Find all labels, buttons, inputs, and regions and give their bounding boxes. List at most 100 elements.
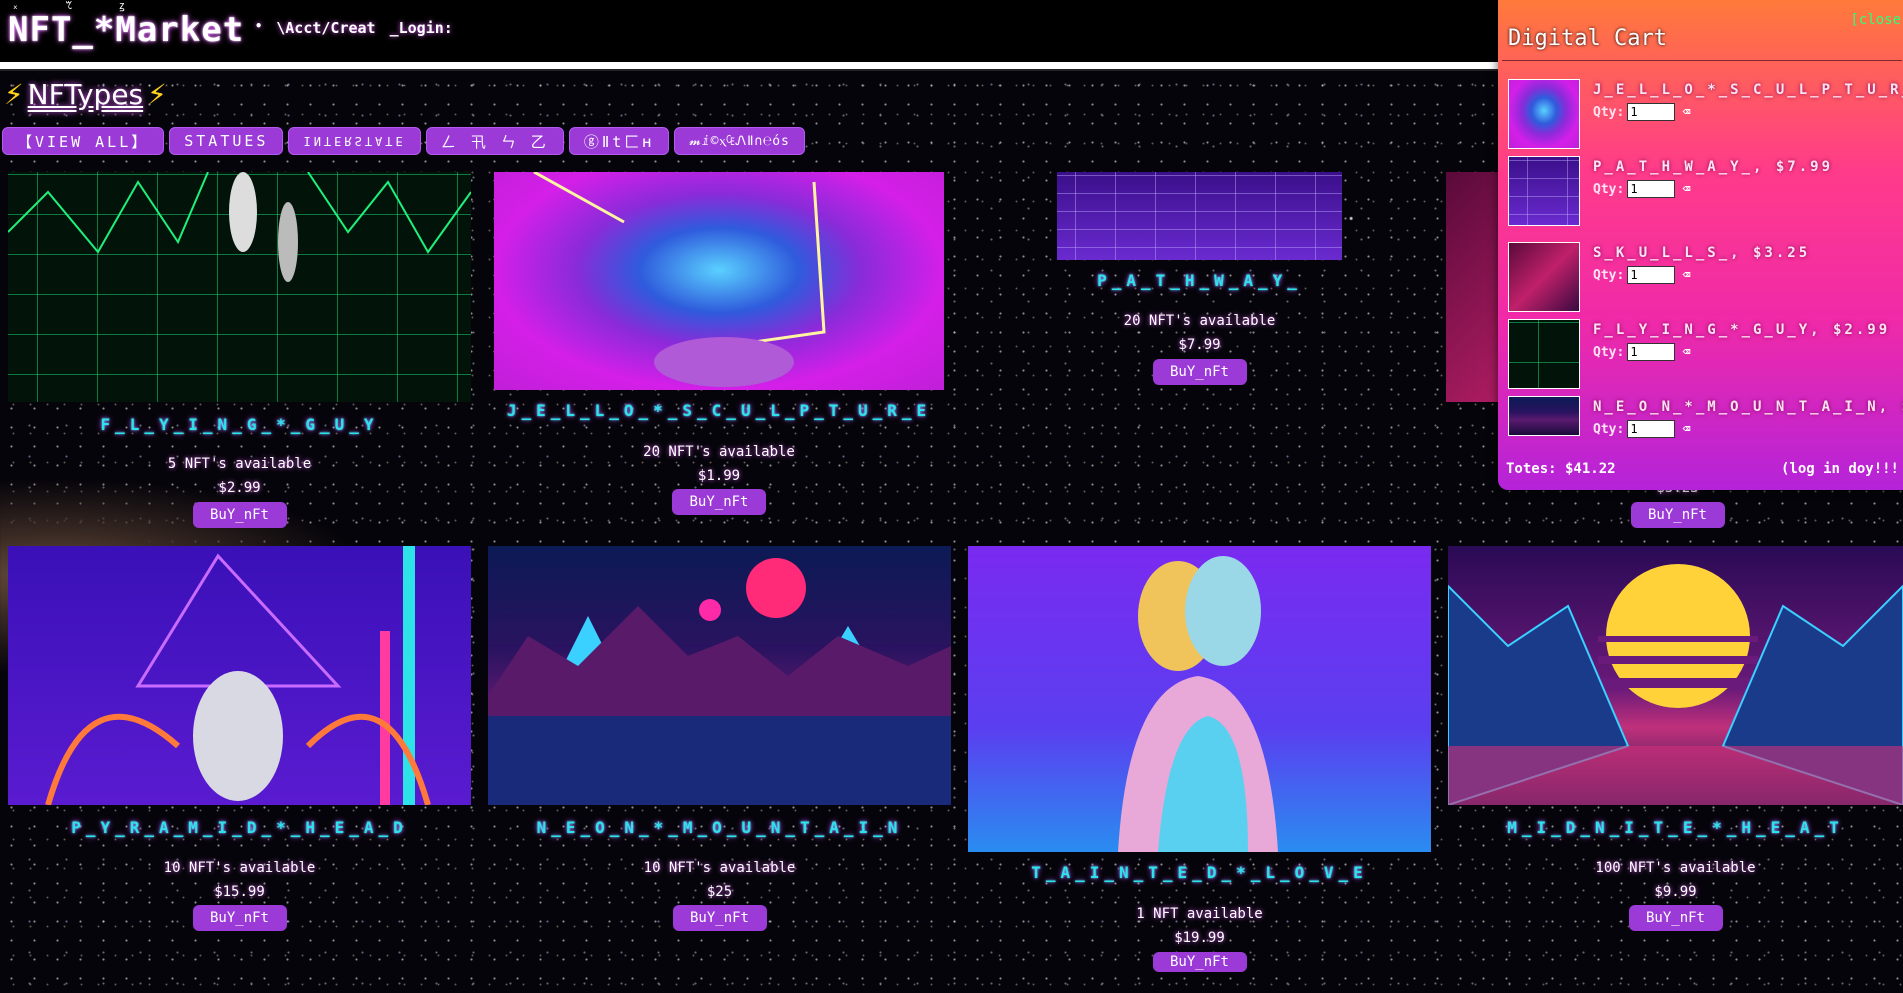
top-nav: • \Acct/Creat _Login: bbox=[255, 19, 453, 37]
cart-item-thumbnail bbox=[1508, 396, 1580, 436]
product-availability: 5 NFT's available bbox=[167, 456, 312, 472]
product-card-jello-sculpture: J_E_L_L_O_*_S_C_U_L_P_T_U_R_E 20 NFT's a… bbox=[494, 172, 944, 517]
product-card-pathway: P_A_T_H_W_A_Y_ 20 NFT's available $7.99 … bbox=[1057, 172, 1342, 387]
product-name[interactable]: F_L_Y_I_N_G_*_G_U_Y bbox=[8, 415, 471, 434]
product-availability: 100 NFT's available bbox=[1595, 860, 1756, 876]
cart-item: N_E_O_N_*_M_O_U_N_T_A_I_N, $25 Qty: ⌫ bbox=[1508, 396, 1903, 468]
buy-button[interactable]: BuY_nFt bbox=[1628, 905, 1723, 931]
nftypes-heading: ⚡ NFTypes ⚡ bbox=[4, 78, 167, 111]
qty-label: Qty: bbox=[1593, 267, 1625, 283]
cart-item-name: F_L_Y_I_N_G_*_G_U_Y, $2.99 bbox=[1593, 322, 1891, 338]
product-price: $1.99 bbox=[697, 468, 741, 484]
neon-mountain-art bbox=[488, 558, 951, 805]
product-image[interactable] bbox=[488, 546, 951, 805]
product-image[interactable] bbox=[1057, 172, 1342, 260]
product-name[interactable]: P_Y_R_A_M_I_D_*_H_E_A_D bbox=[8, 818, 471, 837]
cart-item-thumbnail bbox=[1508, 156, 1580, 226]
qty-input[interactable] bbox=[1627, 103, 1676, 121]
qty-label: Qty: bbox=[1593, 344, 1625, 360]
product-availability: 10 NFT's available bbox=[643, 860, 796, 876]
qty-input[interactable] bbox=[1627, 420, 1676, 438]
product-price: $2.99 bbox=[218, 480, 261, 496]
cart-item: J_E_L_L_O_*_S_C_U_L_P_T_U_R_E, $1.9 Qty:… bbox=[1508, 79, 1903, 151]
product-name[interactable]: P_A_T_H_W_A_Y_ bbox=[1057, 271, 1342, 290]
product-price: $15.99 bbox=[214, 884, 265, 900]
buy-button[interactable]: BuY_nFt bbox=[672, 905, 767, 931]
product-name[interactable]: M_I_D_N_I_T_E_*_H_E_A_T bbox=[1448, 818, 1903, 837]
midnite-heat-art bbox=[1448, 564, 1903, 805]
buy-button[interactable]: BuY_nFt bbox=[192, 502, 287, 528]
digital-cart-panel: [close Digital Cart J_E_L_L_O_*_S_C_U_L_… bbox=[1498, 0, 1903, 490]
buy-button[interactable]: BuY_nFt bbox=[1152, 952, 1247, 972]
backspace-icon[interactable]: ⌫ bbox=[1682, 345, 1690, 360]
qty-label: Qty: bbox=[1593, 181, 1625, 197]
tab-statues[interactable]: STATUES bbox=[169, 127, 284, 155]
product-image[interactable] bbox=[8, 546, 471, 805]
buy-button[interactable]: BuY_nFt bbox=[1630, 502, 1725, 528]
tab-view-all[interactable]: 【VIEW ALL】 bbox=[2, 127, 165, 155]
site-logo[interactable]: NFT_*Market bbox=[8, 10, 244, 50]
backspace-icon[interactable]: ⌫ bbox=[1682, 268, 1690, 283]
lightning-bolt-icon: ⚡ bbox=[4, 78, 24, 111]
backspace-icon[interactable]: ⌫ bbox=[1682, 182, 1690, 197]
nftypes-label: NFTypes bbox=[27, 78, 144, 111]
cart-item-name: S_K_U_L_L_S_, $3.25 bbox=[1593, 245, 1811, 261]
nav-link-login[interactable]: _Login: bbox=[390, 19, 453, 37]
jello-sculpture-art bbox=[533, 172, 826, 387]
cart-item-qty: Qty: ⌫ bbox=[1593, 420, 1690, 438]
product-image[interactable] bbox=[968, 546, 1431, 852]
qty-input[interactable] bbox=[1627, 343, 1676, 361]
cart-item-name: N_E_O_N_*_M_O_U_N_T_A_I_N, $25 bbox=[1593, 399, 1903, 415]
buy-button[interactable]: BuY_nFt bbox=[192, 905, 287, 931]
product-image[interactable] bbox=[494, 172, 944, 390]
category-tabs: 【VIEW ALL】 STATUES INTERSTATE ㄥ 卂 ㄣ 乙 ⓖⅡ… bbox=[2, 127, 805, 155]
backspace-icon[interactable]: ⌫ bbox=[1682, 105, 1690, 120]
buy-button[interactable]: BuY_nFt bbox=[672, 489, 766, 515]
cart-item: F_L_Y_I_N_G_*_G_U_Y, $2.99 Qty: ⌫ bbox=[1508, 319, 1903, 391]
product-card-midnite-heat: M_I_D_N_I_T_E_*_H_E_A_T 100 NFT's availa… bbox=[1448, 546, 1903, 936]
cart-item: P_A_T_H_W_A_Y_, $7.99 Qty: ⌫ bbox=[1508, 156, 1903, 228]
cart-login-link[interactable]: (log in doy!!! bbox=[1781, 461, 1899, 477]
product-card-tainted-love: T_A_I_N_T_E_D_*_L_O_V_E 1 NFT available … bbox=[968, 546, 1431, 993]
product-price: $9.99 bbox=[1654, 884, 1697, 900]
tab-microneons[interactable]: 𝓶ⅈ©ⲭ₠ᏁⅡ∩℮óѕ bbox=[674, 127, 805, 155]
product-card-neon-mountain: N_E_O_N_*_M_O_U_N_T_A_I_N 10 NFT's avail… bbox=[488, 546, 951, 936]
tab-interstate[interactable]: INTERSTATE bbox=[288, 127, 421, 155]
cart-close-button[interactable]: [close bbox=[1850, 12, 1901, 28]
cart-item-thumbnail bbox=[1508, 319, 1580, 389]
product-card-flying-guy: F_L_Y_I_N_G_*_G_U_Y 5 NFT's available $2… bbox=[8, 172, 471, 532]
product-price: $19.99 bbox=[1174, 930, 1225, 946]
product-card-pyramid-head: P_Y_R_A_M_I_D_*_H_E_A_D 10 NFT's availab… bbox=[8, 546, 471, 936]
backspace-icon[interactable]: ⌫ bbox=[1682, 422, 1690, 437]
flying-guy-art bbox=[8, 172, 471, 282]
cart-total: Totes: $41.22 bbox=[1506, 461, 1616, 477]
product-availability: 1 NFT available bbox=[1136, 906, 1263, 922]
buy-button[interactable]: BuY_nFt bbox=[1152, 359, 1247, 385]
nav-link-account-create[interactable]: \Acct/Creat bbox=[276, 19, 375, 37]
cart-divider bbox=[1502, 60, 1902, 61]
cart-item: S_K_U_L_L_S_, $3.25 Qty: ⌫ bbox=[1508, 242, 1903, 314]
product-name[interactable]: T_A_I_N_T_E_D_*_L_O_V_E bbox=[968, 863, 1431, 882]
cart-item-qty: Qty: ⌫ bbox=[1593, 103, 1690, 121]
product-name[interactable]: N_E_O_N_*_M_O_U_N_T_A_I_N bbox=[488, 818, 951, 837]
cart-item-thumbnail bbox=[1508, 79, 1580, 149]
cart-title: Digital Cart bbox=[1508, 26, 1667, 51]
product-availability: 20 NFT's available bbox=[1123, 313, 1276, 329]
pyramid-head-art bbox=[45, 546, 431, 805]
cart-item-qty: Qty: ⌫ bbox=[1593, 343, 1690, 361]
product-availability: 10 NFT's available bbox=[163, 860, 316, 876]
tab-4752[interactable]: ㄥ 卂 ㄣ 乙 bbox=[425, 127, 564, 155]
product-price: $7.99 bbox=[1178, 337, 1221, 353]
product-price: $25 bbox=[706, 884, 733, 900]
cart-item-thumbnail bbox=[1508, 242, 1580, 312]
tab-glitch[interactable]: ⓖⅡt匚ʜ bbox=[568, 127, 670, 155]
cart-item-name: J_E_L_L_O_*_S_C_U_L_P_T_U_R_E, $1.9 bbox=[1593, 82, 1903, 98]
product-name[interactable]: J_E_L_L_O_*_S_C_U_L_P_T_U_R_E bbox=[494, 401, 944, 420]
tainted-love-art bbox=[1118, 556, 1278, 852]
product-image[interactable] bbox=[1448, 546, 1903, 805]
qty-input[interactable] bbox=[1627, 180, 1676, 198]
product-image[interactable] bbox=[8, 172, 471, 402]
qty-label: Qty: bbox=[1593, 421, 1625, 437]
cart-item-qty: Qty: ⌫ bbox=[1593, 266, 1690, 284]
qty-input[interactable] bbox=[1627, 266, 1676, 284]
